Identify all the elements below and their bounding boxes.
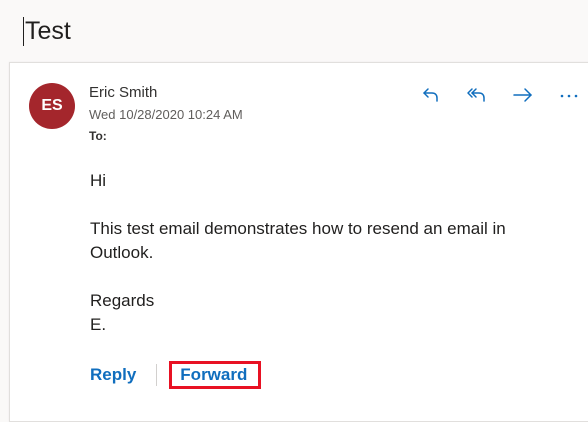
reply-icon <box>423 88 438 102</box>
forward-link[interactable]: Forward <box>169 361 262 389</box>
reply-link[interactable]: Reply <box>90 365 136 385</box>
message-actions <box>408 81 588 109</box>
quick-actions: Reply Forward <box>90 361 262 389</box>
subject-bar: Test <box>0 0 588 62</box>
forward-button[interactable] <box>500 81 546 109</box>
sent-date: Wed 10/28/2020 10:24 AM <box>89 107 243 122</box>
to-label: To: <box>89 129 107 143</box>
body-line-2: Outlook. <box>90 243 154 262</box>
more-actions-button[interactable] <box>546 81 588 109</box>
more-icon <box>560 94 578 98</box>
sender-name[interactable]: Eric Smith <box>89 84 157 101</box>
reply-all-icon <box>467 88 485 102</box>
body-line-1: This test email demonstrates how to rese… <box>90 219 506 238</box>
message-body: Hi This test email demonstrates how to r… <box>90 169 570 337</box>
divider <box>156 364 158 386</box>
reply-all-button[interactable] <box>454 81 500 109</box>
message-card: ES Eric Smith Wed 10/28/2020 10:24 AM To… <box>9 62 588 422</box>
body-greeting: Hi <box>90 171 107 190</box>
email-subject[interactable]: Test <box>25 17 71 46</box>
text-caret <box>23 17 24 46</box>
reply-button[interactable] <box>408 81 454 109</box>
body-signature: E. <box>90 315 107 334</box>
avatar[interactable]: ES <box>29 83 75 129</box>
forward-icon <box>513 88 532 102</box>
body-closing: Regards <box>90 291 155 310</box>
